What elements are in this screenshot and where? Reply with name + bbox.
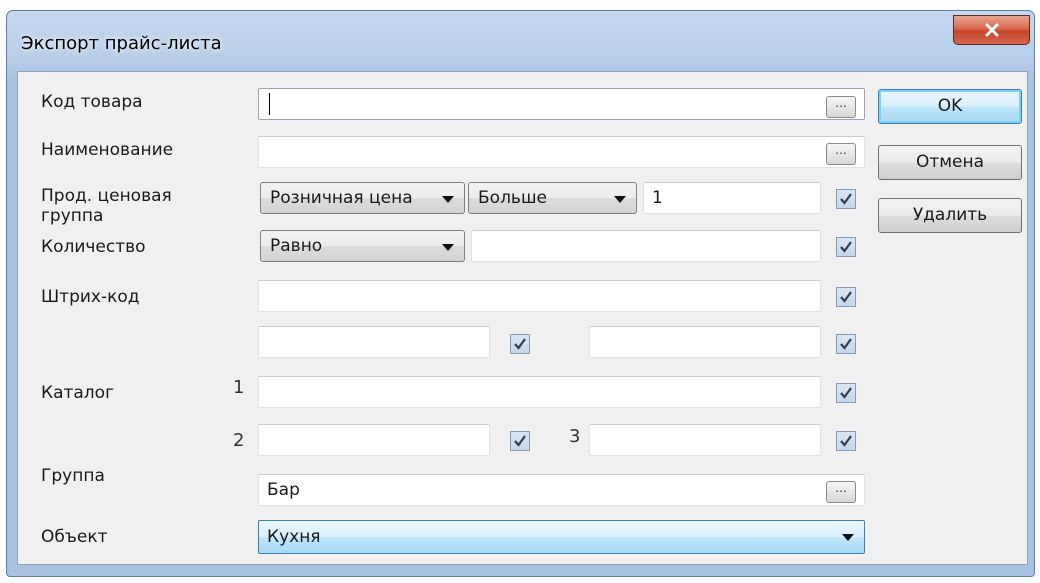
price-checkbox[interactable] [836,189,856,209]
catalog-number-3: 3 [569,426,581,447]
quantity-compare-select[interactable]: Равно [260,230,465,262]
name-browse-button[interactable]: ... [826,143,856,165]
barcode-label: Штрих-код [41,287,140,307]
catalog3-checkbox[interactable] [836,431,856,451]
chevron-down-icon [442,244,454,251]
ok-button[interactable]: OK [878,89,1022,124]
checkmark-icon [514,435,526,447]
checkmark-icon [514,338,526,350]
price-type-select[interactable]: Розничная цена [260,182,465,214]
chevron-down-icon [614,196,626,203]
extra-left-input[interactable] [258,326,490,358]
name-input[interactable] [258,136,865,168]
catalog1-input[interactable] [258,376,821,408]
object-label: Объект [41,527,108,547]
quantity-value-input[interactable] [471,230,821,262]
window-title: Экспорт прайс-листа [21,33,222,54]
code-browse-button[interactable]: ... [826,96,856,118]
code-input[interactable] [258,88,865,120]
checkmark-icon [840,241,852,253]
chevron-down-icon [842,534,854,541]
group-browse-button[interactable]: ... [826,481,856,503]
close-button[interactable] [953,15,1030,45]
catalog-number-2: 2 [233,430,245,451]
cancel-button[interactable]: Отмена [878,145,1022,180]
object-select[interactable]: Кухня [258,520,865,554]
checkmark-icon [840,338,852,350]
extra-right-checkbox[interactable] [836,334,856,354]
chevron-down-icon [442,196,454,203]
extra-right-input[interactable] [589,326,821,358]
catalog1-checkbox[interactable] [836,383,856,403]
delete-button[interactable]: Удалить [878,198,1022,233]
close-icon [985,23,998,37]
extra-left-checkbox[interactable] [510,334,530,354]
quantity-checkbox[interactable] [836,237,856,257]
price-compare-select[interactable]: Больше [468,182,637,214]
checkmark-icon [840,387,852,399]
barcode-input[interactable] [258,280,821,312]
catalog-label: Каталог [41,383,115,403]
name-label: Наименование [41,140,174,160]
price-group-label: Прод. ценовая группа [41,186,172,226]
group-label: Группа [41,466,105,486]
checkmark-icon [840,193,852,205]
catalog-number-1: 1 [233,377,245,398]
checkmark-icon [840,435,852,447]
catalog3-input[interactable] [589,424,821,456]
catalog2-input[interactable] [258,424,490,456]
code-label: Код товара [41,92,143,112]
text-caret [269,93,270,115]
checkmark-icon [840,291,852,303]
catalog2-checkbox[interactable] [510,431,530,451]
group-input[interactable]: Бар [258,474,865,506]
barcode-checkbox[interactable] [836,287,856,307]
quantity-label: Количество [41,237,146,257]
price-value-input[interactable]: 1 [643,182,821,214]
